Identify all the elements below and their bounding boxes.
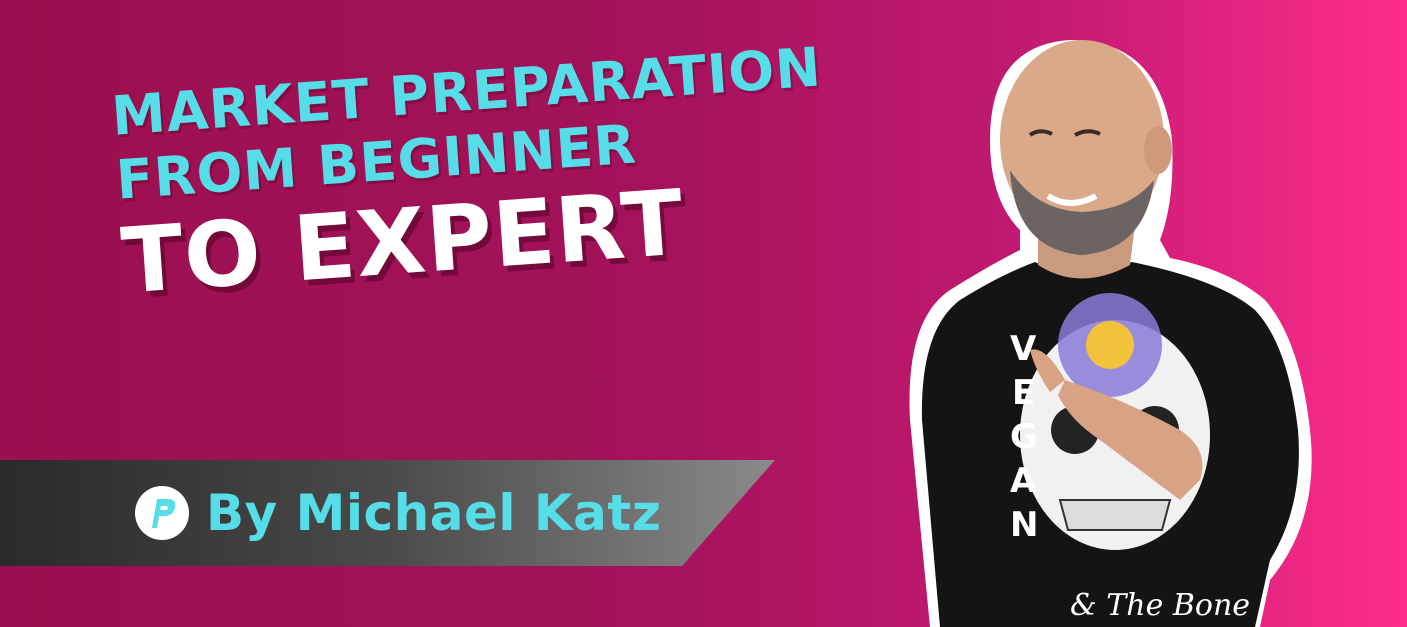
- p-logo-icon: [135, 486, 189, 540]
- shirt-letter-g: G: [1010, 417, 1038, 457]
- shirt-script: & The Bone: [1070, 588, 1250, 623]
- presenter-cutout: V E G A N & The Bone: [909, 40, 1312, 627]
- author-byline: By Michael Katz: [206, 484, 662, 542]
- shirt-letter-e: E: [1012, 373, 1035, 413]
- shirt-letter-v: V: [1010, 329, 1037, 369]
- presenter-photo: V E G A N & The Bone: [909, 40, 1312, 627]
- shirt-letter-n: N: [1010, 505, 1038, 545]
- headline: MARKET PREPARATION FROM BEGINNER TO EXPE…: [110, 35, 835, 314]
- shirt-letter-a: A: [1010, 461, 1037, 501]
